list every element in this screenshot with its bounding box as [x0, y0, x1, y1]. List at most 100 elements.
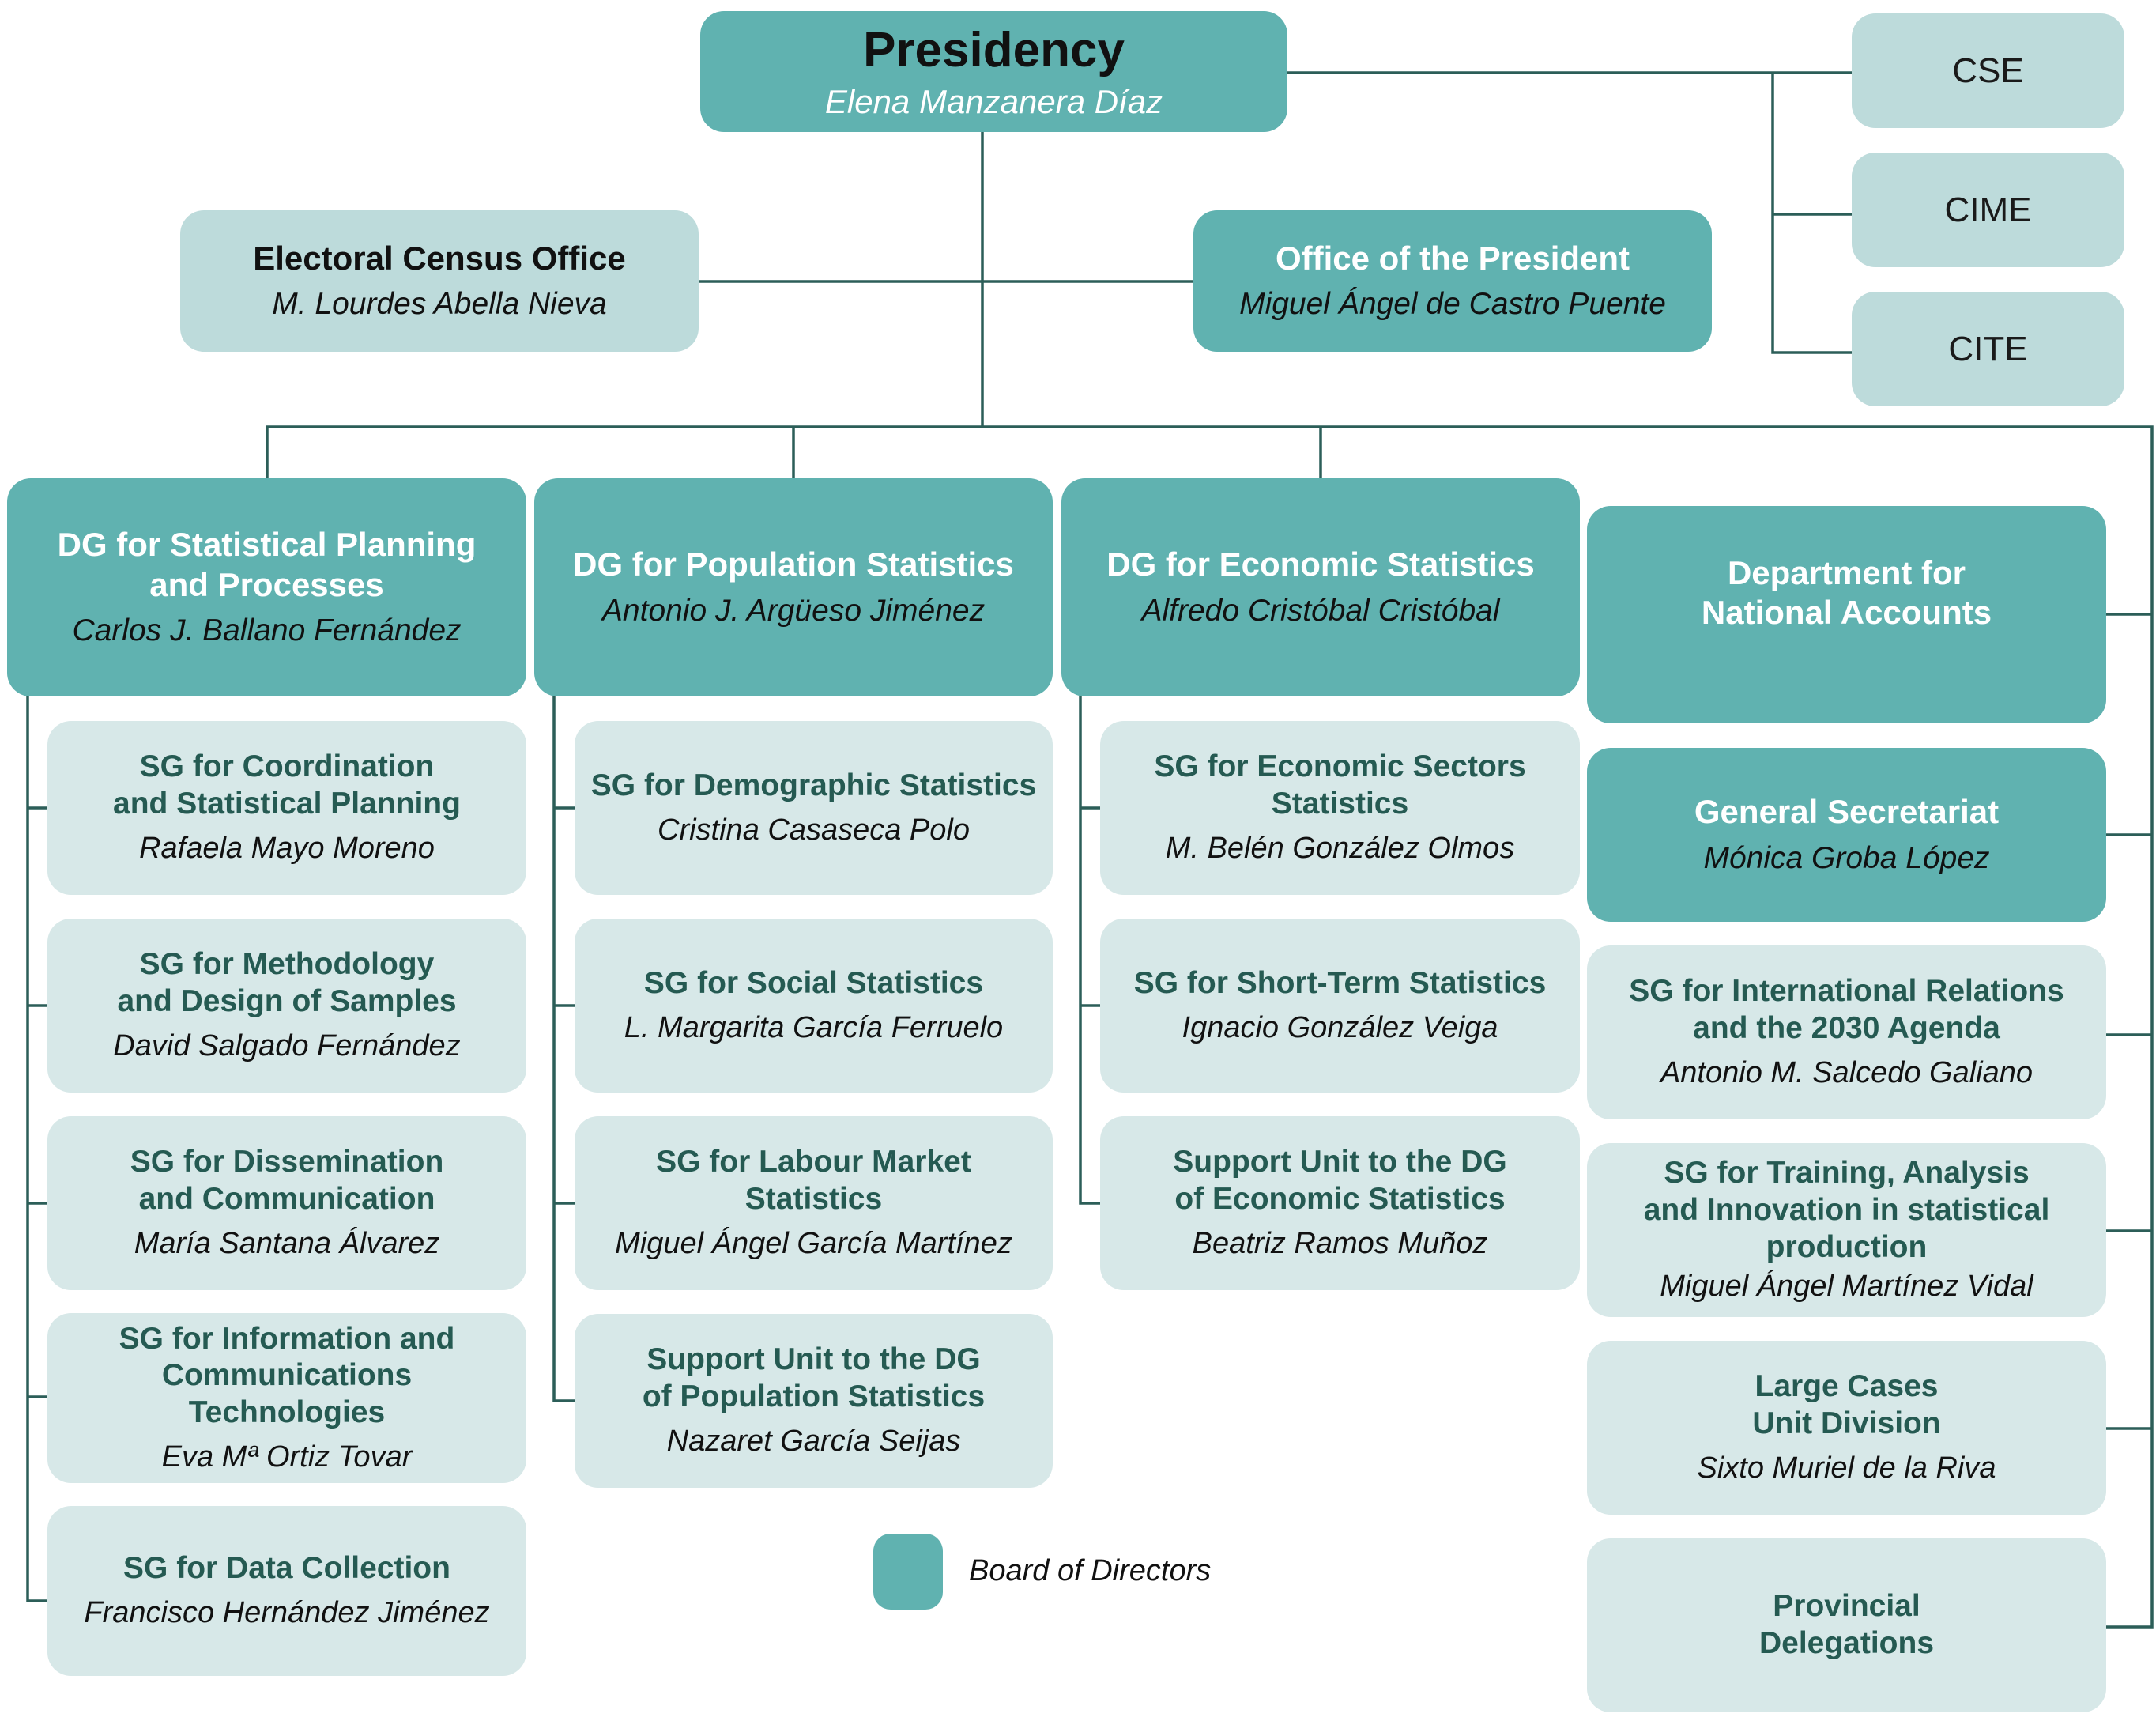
- title-line: Communications Technologies: [161, 1358, 413, 1430]
- title-line: of Economic Statistics: [1174, 1182, 1506, 1217]
- title-line: DG for Statistical Planning: [57, 526, 477, 564]
- unit-title: SG for Short-Term Statistics: [1134, 965, 1547, 1002]
- title-line: SG for Coordination: [139, 749, 435, 784]
- council-label: CITE: [1948, 329, 2028, 368]
- unit-title: SG for Information and Communications Te…: [62, 1321, 512, 1432]
- title-line: and Innovation in statistical: [1643, 1192, 2050, 1227]
- title-line: SG for Data Collection: [123, 1551, 450, 1586]
- title-line: of Population Statistics: [642, 1379, 986, 1414]
- title-line: SG for Social Statistics: [643, 965, 984, 1000]
- presidency-title: Presidency: [863, 23, 1125, 78]
- unit-title: SG for Dissemination and Communication: [130, 1144, 444, 1218]
- presidency-name: Elena Manzanera Díaz: [824, 82, 1163, 120]
- provincial-delegations-box[interactable]: Provincial Delegations: [1587, 1538, 2106, 1712]
- title-line: SG for International Relations: [1629, 974, 2064, 1009]
- title-line: SG for Information and: [119, 1321, 455, 1356]
- title-line: SG for Methodology: [139, 947, 435, 982]
- sg-international-relations-box[interactable]: SG for International Relations and the 2…: [1587, 945, 2106, 1119]
- title-line: National Accounts: [1701, 594, 1992, 632]
- title-line: and Design of Samples: [117, 984, 457, 1019]
- title-line: and the 2030 Agenda: [1693, 1011, 2000, 1046]
- office-of-president-box[interactable]: Office of the President Miguel Ángel de …: [1193, 210, 1712, 352]
- title-line: SG for Dissemination: [130, 1145, 444, 1179]
- unit-head-name: David Salgado Fernández: [113, 1029, 461, 1062]
- title-line: Support Unit to the DG: [1173, 1145, 1507, 1179]
- unit-title: SG for Data Collection: [123, 1550, 450, 1587]
- title-line: SG for Short-Term Statistics: [1133, 965, 1547, 1000]
- sg-social-box[interactable]: SG for Social Statistics L. Margarita Ga…: [575, 919, 1053, 1093]
- unit-title: SG for Training, Analysis and Innovation…: [1644, 1155, 2050, 1266]
- unit-title: General Secretariat: [1694, 792, 1999, 832]
- national-accounts-box[interactable]: Department for National Accounts: [1587, 506, 2106, 723]
- unit-head-name: Cristina Casaseca Polo: [658, 813, 970, 847]
- council-label: CIME: [1944, 190, 2032, 229]
- title-line: production: [1766, 1229, 1928, 1264]
- unit-head-name: Miguel Ángel Martínez Vidal: [1660, 1270, 2034, 1304]
- title-line: Statistics: [744, 1182, 883, 1217]
- large-cases-unit-box[interactable]: Large Cases Unit Division Sixto Muriel d…: [1587, 1341, 2106, 1515]
- dg-population-statistics-box[interactable]: DG for Population Statistics Antonio J. …: [534, 478, 1053, 696]
- sg-training-analysis-box[interactable]: SG for Training, Analysis and Innovation…: [1587, 1143, 2106, 1317]
- unit-head-name: Antonio J. Argüeso Jiménez: [601, 593, 986, 628]
- title-line: Support Unit to the DG: [646, 1342, 981, 1377]
- sg-methodology-box[interactable]: SG for Methodology and Design of Samples…: [47, 919, 526, 1093]
- council-cite-box[interactable]: CITE: [1852, 292, 2124, 406]
- unit-head-name: Nazaret García Seijas: [666, 1425, 961, 1458]
- unit-title: Office of the President: [1275, 239, 1630, 277]
- dg-statistical-planning-box[interactable]: DG for Statistical Planning and Processe…: [7, 478, 526, 696]
- unit-title: SG for Social Statistics: [644, 965, 983, 1002]
- dg2-bracket-line: [552, 696, 575, 1402]
- presidency-box[interactable]: Presidency Elena Manzanera Díaz: [700, 11, 1287, 132]
- title-line: SG for Labour Market: [656, 1145, 971, 1179]
- dg-economic-statistics-box[interactable]: DG for Economic Statistics Alfredo Crist…: [1061, 478, 1580, 696]
- title-line: General Secretariat: [1694, 793, 2000, 831]
- unit-head-name: Miguel Ángel de Castro Puente: [1239, 287, 1666, 322]
- sg-ict-box[interactable]: SG for Information and Communications Te…: [47, 1313, 526, 1483]
- unit-title: SG for Coordination and Statistical Plan…: [113, 749, 461, 823]
- title-line: SG for Training, Analysis: [1664, 1156, 2030, 1190]
- council-cse-box[interactable]: CSE: [1852, 13, 2124, 128]
- unit-head-name: Francisco Hernández Jiménez: [84, 1596, 490, 1630]
- title-line: Delegations: [1758, 1626, 1935, 1660]
- unit-head-name: Alfredo Cristóbal Cristóbal: [1141, 593, 1500, 628]
- unit-head-name: María Santana Álvarez: [134, 1227, 440, 1260]
- sg-labour-market-box[interactable]: SG for Labour Market Statistics Miguel Á…: [575, 1116, 1053, 1290]
- unit-head-name: Beatriz Ramos Muñoz: [1192, 1227, 1488, 1260]
- sg-data-collection-box[interactable]: SG for Data Collection Francisco Hernánd…: [47, 1506, 526, 1676]
- title-line: Statistics: [1271, 787, 1409, 821]
- title-line: and Processes: [149, 565, 384, 603]
- unit-title: SG for Demographic Statistics: [591, 768, 1036, 805]
- unit-title: DG for Statistical Planning and Processe…: [58, 525, 477, 605]
- unit-title: Provincial Delegations: [1759, 1588, 1934, 1663]
- title-line: DG for Economic Statistics: [1106, 545, 1535, 583]
- unit-head-name: M. Belén González Olmos: [1165, 832, 1515, 865]
- unit-head-name: Mónica Groba López: [1703, 840, 1990, 875]
- title-line: Provincial: [1773, 1589, 1920, 1624]
- sg-short-term-box[interactable]: SG for Short-Term Statistics Ignacio Gon…: [1100, 919, 1580, 1093]
- title-line: SG for Demographic Statistics: [590, 768, 1037, 802]
- unit-title: Department for National Accounts: [1702, 553, 1992, 633]
- electoral-census-office-box[interactable]: Electoral Census Office M. Lourdes Abell…: [180, 210, 699, 352]
- support-unit-economic-box[interactable]: Support Unit to the DG of Economic Stati…: [1100, 1116, 1580, 1290]
- sg-coordination-box[interactable]: SG for Coordination and Statistical Plan…: [47, 721, 526, 895]
- sg-dissemination-box[interactable]: SG for Dissemination and Communication M…: [47, 1116, 526, 1290]
- sg-economic-sectors-box[interactable]: SG for Economic Sectors Statistics M. Be…: [1100, 721, 1580, 895]
- support-unit-population-box[interactable]: Support Unit to the DG of Population Sta…: [575, 1314, 1053, 1488]
- title-line: Department for: [1727, 554, 1966, 591]
- unit-head-name: Antonio M. Salcedo Galiano: [1660, 1056, 2034, 1089]
- sg-demographic-box[interactable]: SG for Demographic Statistics Cristina C…: [575, 721, 1053, 895]
- general-secretariat-box[interactable]: General Secretariat Mónica Groba López: [1587, 748, 2106, 922]
- unit-head-name: Miguel Ángel García Martínez: [615, 1227, 1012, 1260]
- council-cime-box[interactable]: CIME: [1852, 153, 2124, 267]
- council-bracket-line: [1771, 73, 1852, 354]
- dg3-bracket-line: [1079, 696, 1100, 1205]
- unit-title: SG for Labour Market Statistics: [656, 1144, 971, 1218]
- council-label: CSE: [1952, 51, 2024, 90]
- unit-head-name: M. Lourdes Abella Nieva: [272, 287, 607, 322]
- unit-title: Electoral Census Office: [253, 239, 626, 277]
- unit-title: DG for Population Statistics: [573, 545, 1014, 584]
- unit-head-name: Sixto Muriel de la Riva: [1697, 1451, 1996, 1485]
- title-line: and Statistical Planning: [113, 787, 461, 821]
- unit-title: SG for International Relations and the 2…: [1629, 973, 2064, 1047]
- unit-head-name: Carlos J. Ballano Fernández: [72, 613, 462, 647]
